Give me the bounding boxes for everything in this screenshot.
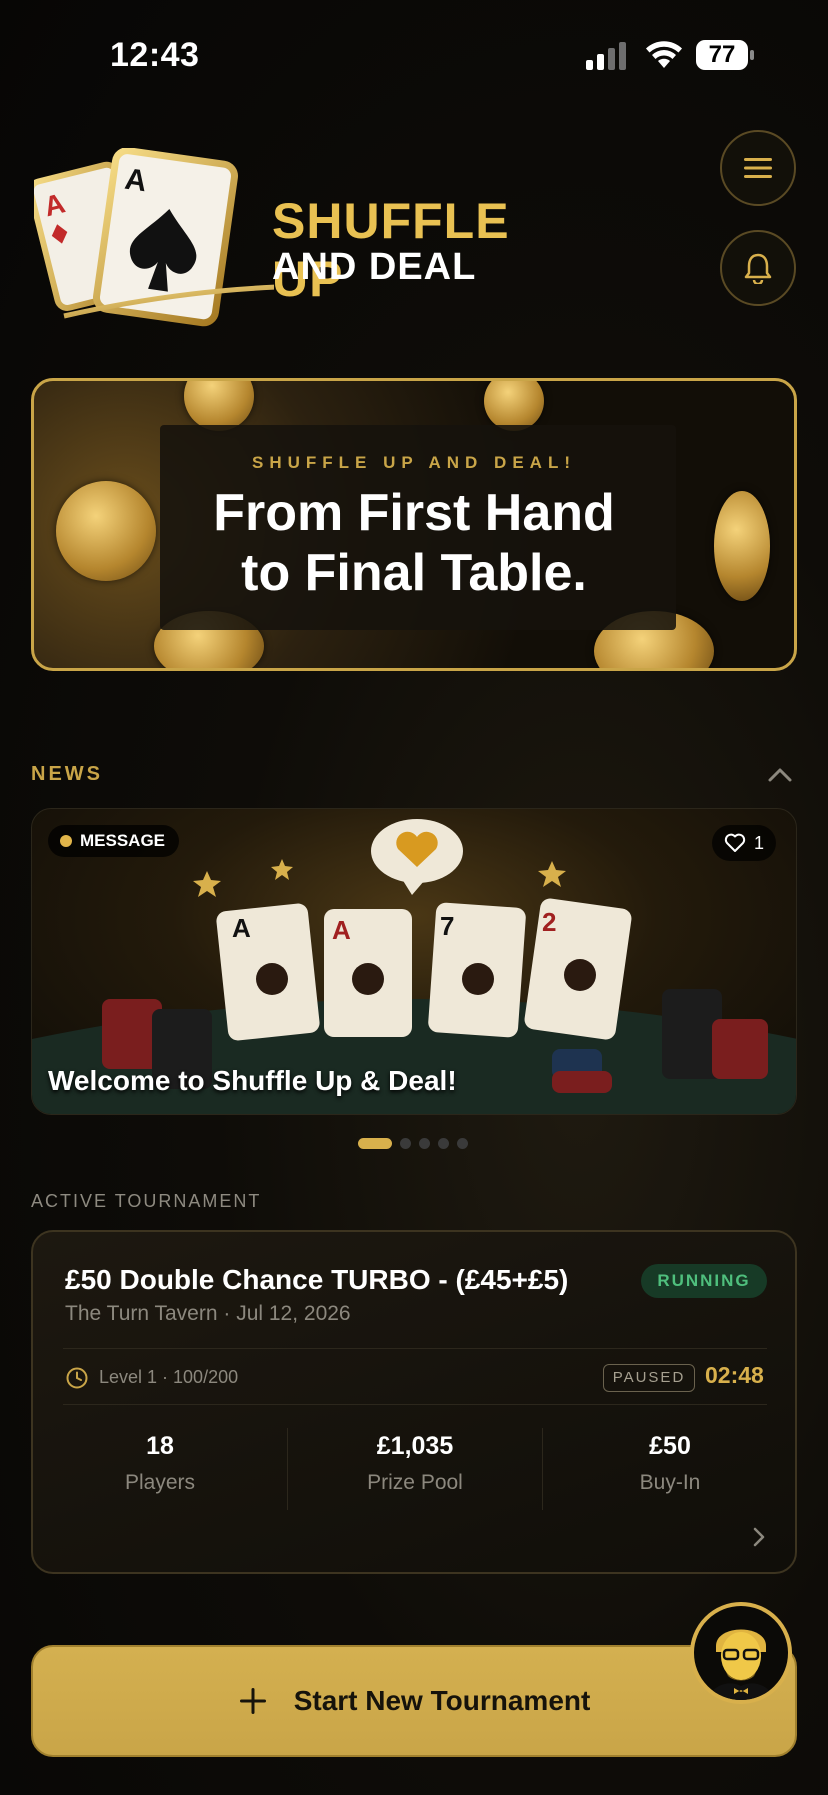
stat-value: £1,035 xyxy=(376,1432,454,1460)
status-badge: RUNNING xyxy=(641,1264,767,1298)
active-tournament-label: ACTIVE TOURNAMENT xyxy=(31,1191,262,1211)
tournament-subtitle: The Turn Tavern · Jul 12, 2026 xyxy=(65,1302,351,1325)
hamburger-menu-icon xyxy=(744,158,772,178)
logo-title-line2: AND DEAL xyxy=(272,246,477,288)
battery-icon: 77 xyxy=(696,40,754,70)
hero-headline-line1: From First Hand xyxy=(213,484,615,542)
like-count: 1 xyxy=(754,832,765,853)
carousel-dot[interactable] xyxy=(457,1138,468,1149)
coin-decoration xyxy=(484,381,544,431)
svg-text:A: A xyxy=(232,913,251,943)
cellular-signal-icon xyxy=(586,42,626,70)
level-timer: 02:48 xyxy=(705,1362,764,1388)
hero-headline-line2: to Final Table. xyxy=(241,544,587,602)
svg-text:2: 2 xyxy=(542,907,556,937)
wifi-icon xyxy=(646,41,682,68)
stat-label: Prize Pool xyxy=(367,1471,463,1494)
stat-value: 18 xyxy=(146,1432,174,1460)
carousel-dot[interactable] xyxy=(438,1138,449,1149)
status-bar: 12:43 77 xyxy=(0,0,828,110)
stat-label: Buy-In xyxy=(639,1471,701,1494)
carousel-pagination xyxy=(358,1138,468,1149)
active-tournament-card[interactable]: £50 Double Chance TURBO - (£45+£5) The T… xyxy=(31,1230,797,1574)
clock-icon xyxy=(66,1367,88,1389)
notifications-button[interactable] xyxy=(720,230,796,306)
battery-level: 77 xyxy=(696,40,748,70)
like-button[interactable]: 1 xyxy=(712,825,777,861)
stat-label: Players xyxy=(124,1471,196,1494)
hero-kicker: SHUFFLE UP AND DEAL! xyxy=(252,453,576,472)
stat-value: £50 xyxy=(649,1432,691,1460)
menu-button[interactable] xyxy=(720,130,796,206)
message-badge: MESSAGE xyxy=(48,825,180,857)
app-logo: A A SHUFFLE UP AND DEAL xyxy=(34,148,594,328)
svg-text:7: 7 xyxy=(440,911,454,941)
clock-state-badge: PAUSED xyxy=(603,1364,695,1392)
blind-level: Level 1 · 100/200 xyxy=(99,1367,239,1387)
chevron-up-icon[interactable] xyxy=(766,764,794,786)
status-time: 12:43 xyxy=(110,36,200,74)
carousel-dot[interactable] xyxy=(358,1138,392,1149)
bell-icon xyxy=(744,253,772,284)
plus-icon xyxy=(239,1688,266,1714)
news-section-title: NEWS xyxy=(31,763,103,785)
hero-banner[interactable]: SHUFFLE UP AND DEAL! From First Hand to … xyxy=(31,378,797,671)
divider xyxy=(63,1404,767,1405)
svg-text:A: A xyxy=(332,915,351,945)
news-card[interactable]: A A 7 2 MESSAGE 1 Welcome to Shuffle Up … xyxy=(31,808,797,1115)
heart-icon xyxy=(724,833,746,852)
divider xyxy=(63,1348,767,1349)
start-new-tournament-button[interactable]: Start New Tournament xyxy=(31,1645,797,1757)
stat-prize-pool: £1,035 Prize Pool xyxy=(288,1432,542,1495)
carousel-dot[interactable] xyxy=(419,1138,430,1149)
stat-players: 18 Players xyxy=(33,1432,287,1495)
start-button-label: Start New Tournament xyxy=(293,1685,591,1716)
svg-text:A: A xyxy=(123,163,149,199)
chevron-right-icon[interactable] xyxy=(749,1524,769,1550)
dealer-avatar-icon xyxy=(708,1629,774,1700)
message-dot-icon xyxy=(60,835,72,847)
stat-buy-in: £50 Buy-In xyxy=(543,1432,797,1495)
news-card-title: Welcome to Shuffle Up & Deal! xyxy=(48,1065,457,1096)
coin-decoration xyxy=(184,381,254,431)
assistant-avatar[interactable] xyxy=(690,1602,792,1704)
message-badge-label: MESSAGE xyxy=(80,831,166,850)
playing-cards-icon: A A xyxy=(34,148,274,327)
tournament-title: £50 Double Chance TURBO - (£45+£5) xyxy=(65,1264,569,1295)
carousel-dot[interactable] xyxy=(400,1138,411,1149)
